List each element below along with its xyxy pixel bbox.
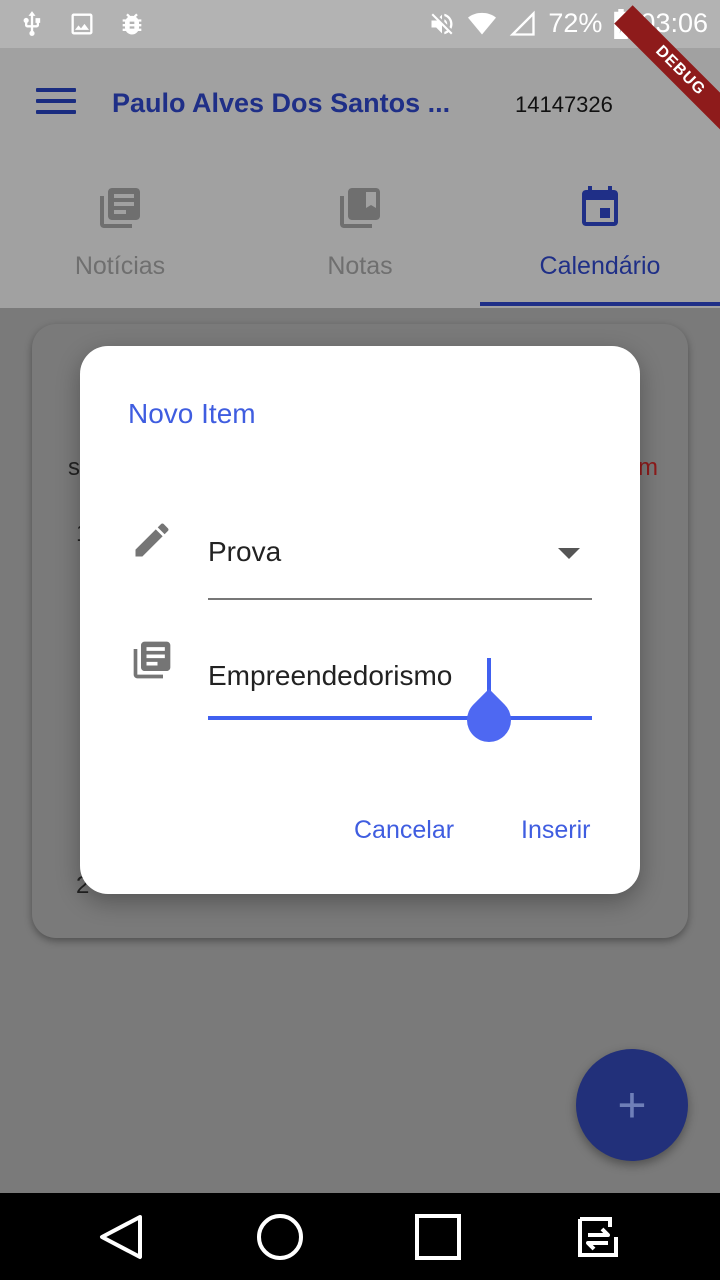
tab-calendario[interactable]: Calendário <box>480 178 720 308</box>
usb-icon <box>18 10 46 38</box>
tab-notas[interactable]: Notas <box>240 178 480 308</box>
wifi-icon <box>466 10 498 38</box>
image-icon <box>68 10 96 38</box>
item-name-value: Empreendedorismo <box>208 660 453 691</box>
new-item-dialog: Novo Item Prova Empreendedorismo Cancela… <box>80 346 640 894</box>
student-id: 14147326 <box>515 92 613 117</box>
tab-indicator <box>480 302 720 306</box>
system-nav-bar <box>0 1193 720 1280</box>
chevron-down-icon <box>558 548 580 559</box>
recents-icon[interactable] <box>414 1213 462 1266</box>
item-type-select[interactable]: Prova <box>208 526 592 602</box>
status-bar: 72% 03:06 <box>0 0 720 48</box>
android-debug-icon <box>118 10 146 38</box>
tab-label: Notas <box>327 252 393 280</box>
signal-icon <box>508 10 538 38</box>
pencil-icon <box>130 518 174 567</box>
plus-icon: + <box>617 1077 647 1133</box>
bookmark-library-icon <box>336 184 384 237</box>
calendar-weekday: s <box>68 454 80 481</box>
tab-label: Notícias <box>74 252 166 280</box>
hamburger-line <box>36 99 76 103</box>
tab-label: Calendário <box>539 252 661 280</box>
add-item-button[interactable]: + <box>576 1049 688 1161</box>
home-icon[interactable] <box>256 1213 304 1266</box>
newspaper-icon <box>96 184 144 237</box>
hamburger-line <box>36 110 76 114</box>
menu-button[interactable] <box>36 88 76 118</box>
insert-button[interactable]: Inserir <box>521 816 590 845</box>
tab-noticias[interactable]: Notícias <box>0 178 240 308</box>
back-icon[interactable] <box>98 1213 144 1266</box>
calendar-weekday: m <box>638 454 658 481</box>
text-selection-handle[interactable] <box>457 688 521 752</box>
item-type-value: Prova <box>208 536 282 567</box>
switch-app-icon[interactable] <box>570 1213 626 1266</box>
dialog-title: Novo Item <box>128 398 256 429</box>
app-bar: Paulo Alves Dos Santos ... 14147326 DEBU… <box>0 5 720 308</box>
item-name-field[interactable]: Empreendedorismo <box>208 646 592 752</box>
cancel-button[interactable]: Cancelar <box>354 816 454 845</box>
field-underline <box>208 716 592 720</box>
mute-icon <box>428 10 456 38</box>
page-title: Paulo Alves Dos Santos ... <box>112 88 451 118</box>
hamburger-line <box>36 88 76 92</box>
calendar-icon <box>576 184 624 237</box>
list-library-icon <box>130 638 174 687</box>
tab-bar: Notícias Notas Calendário <box>0 178 720 308</box>
field-underline <box>208 598 592 600</box>
battery-percentage: 72% <box>548 8 603 38</box>
